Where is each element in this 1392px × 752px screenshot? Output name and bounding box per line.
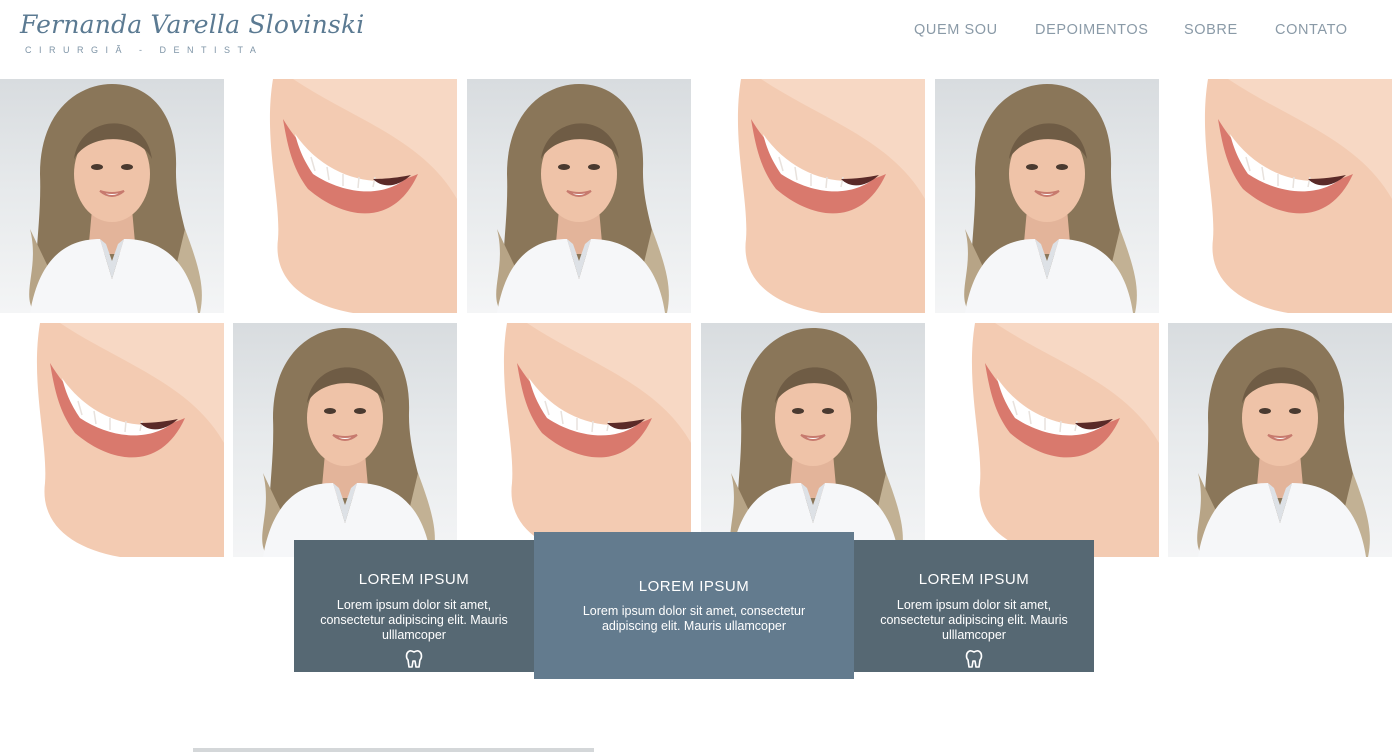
- nav-item-sobre[interactable]: SOBRE: [1184, 22, 1238, 38]
- nav-item-quem-sou[interactable]: QUEM SOU: [914, 22, 998, 38]
- smile-photo: [233, 79, 457, 313]
- feature-card[interactable]: LOREM IPSUM Lorem ipsum dolor sit amet, …: [854, 540, 1094, 672]
- nav-item-depoimentos[interactable]: DEPOIMENTOS: [1035, 22, 1149, 38]
- nav-item-contato[interactable]: CONTATO: [1275, 22, 1348, 38]
- portrait-photo: [1168, 323, 1392, 557]
- smile-photo: [1168, 79, 1392, 313]
- smile-photo: [701, 79, 925, 313]
- brand-name: Fernanda Varella Slovinski: [20, 10, 365, 39]
- feature-text: Lorem ipsum dolor sit amet, consectetur …: [582, 604, 806, 633]
- feature-title: LOREM IPSUM: [918, 571, 1030, 588]
- tooth-icon: [965, 650, 983, 668]
- feature-title: LOREM IPSUM: [638, 578, 750, 595]
- portrait-photo: [233, 323, 457, 557]
- brand-subtitle: CIRURGIÃ - DENTISTA: [25, 45, 264, 55]
- feature-text: Lorem ipsum dolor sit amet, consectetur …: [880, 598, 1068, 642]
- feature-card-highlighted[interactable]: LOREM IPSUM Lorem ipsum dolor sit amet, …: [534, 532, 854, 679]
- feature-title: LOREM IPSUM: [358, 571, 470, 588]
- smile-photo: [0, 323, 224, 557]
- smile-photo: [935, 323, 1159, 557]
- site-header: Fernanda Varella Slovinski CIRURGIÃ - DE…: [0, 0, 1392, 79]
- section-image-edge: [193, 748, 594, 752]
- feature-card[interactable]: LOREM IPSUM Lorem ipsum dolor sit amet, …: [294, 540, 534, 672]
- feature-text: Lorem ipsum dolor sit amet, consectetur …: [320, 598, 508, 642]
- portrait-photo: [935, 79, 1159, 313]
- brand-logo[interactable]: Fernanda Varella Slovinski CIRURGIÃ - DE…: [20, 10, 364, 60]
- smile-photo: [467, 323, 691, 557]
- portrait-photo: [467, 79, 691, 313]
- portrait-photo: [701, 323, 925, 557]
- portrait-photo: [0, 79, 224, 313]
- tooth-icon: [405, 650, 423, 668]
